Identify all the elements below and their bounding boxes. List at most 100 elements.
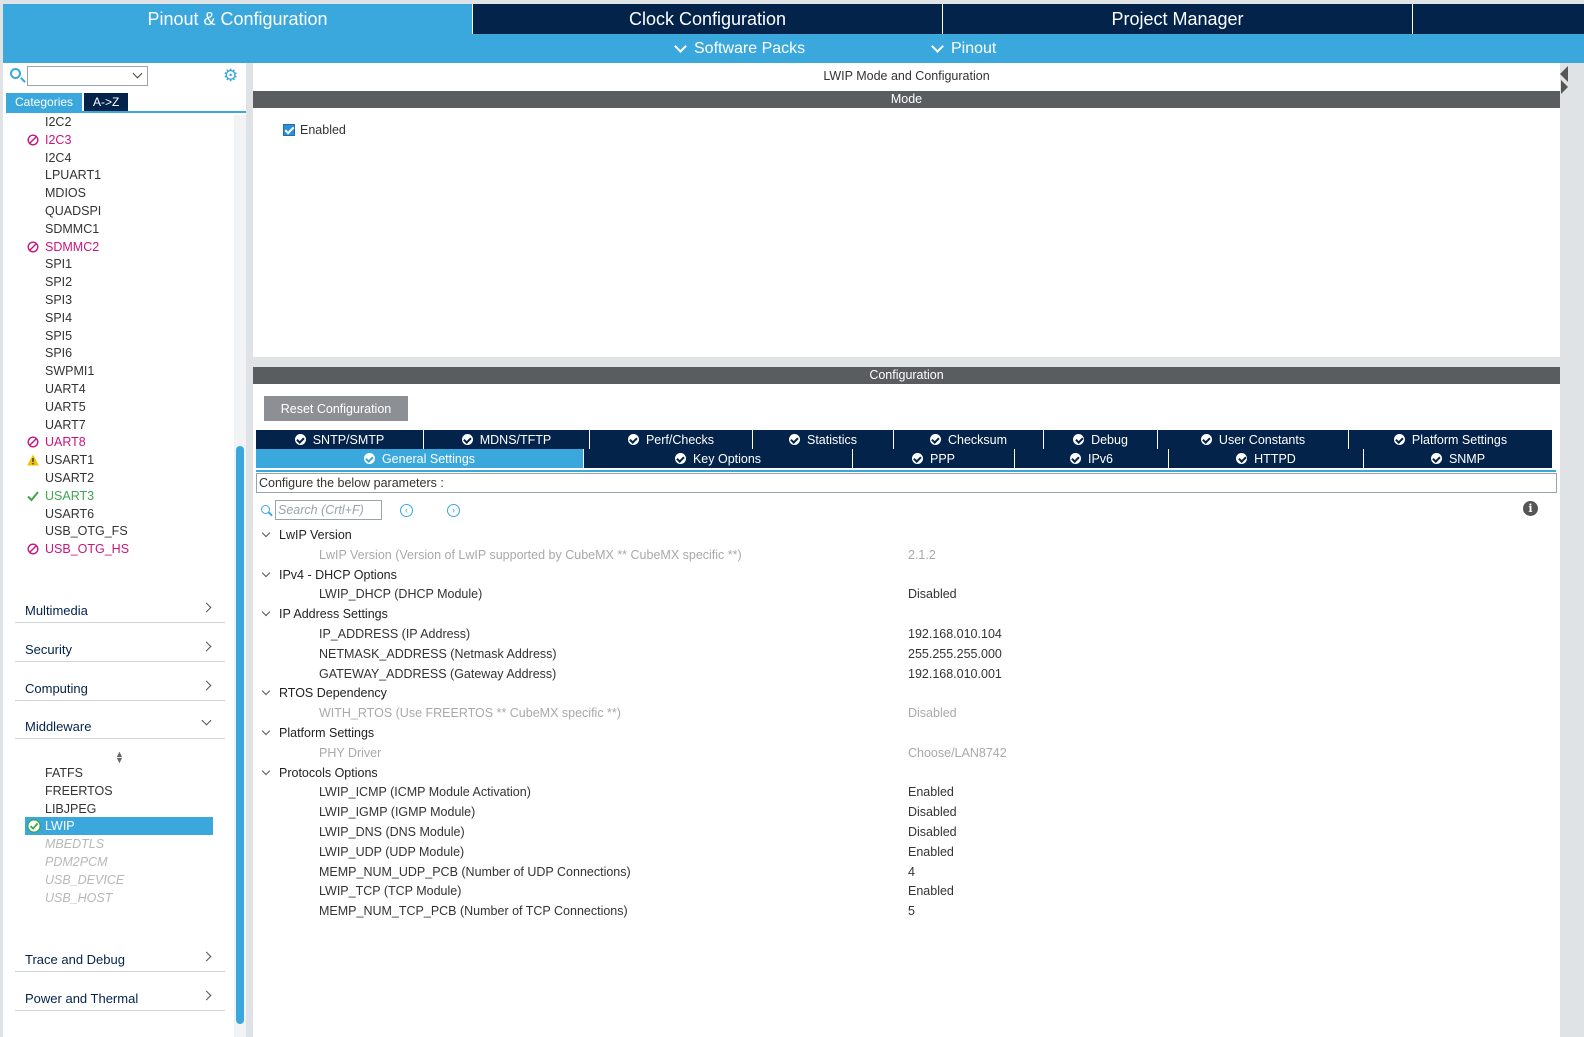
parameter-row[interactable]: WITH_RTOS (Use FREERTOS ** CubeMX specif… xyxy=(253,703,1253,723)
tab-tools[interactable] xyxy=(1413,4,1584,34)
peripheral-item[interactable]: UART7 xyxy=(3,416,223,434)
parameter-row[interactable]: LWIP_UDP (UDP Module) Enabled xyxy=(253,842,1253,862)
peripheral-item[interactable]: USART2 xyxy=(3,469,223,487)
peripheral-item[interactable]: I2C2 xyxy=(3,113,223,131)
parameter-group[interactable]: Platform Settings xyxy=(261,723,374,743)
tab-clock-configuration[interactable]: Clock Configuration xyxy=(473,4,943,34)
config-tab[interactable]: User Constants xyxy=(1158,430,1349,449)
peripheral-item[interactable]: I2C3 xyxy=(3,131,223,149)
parameter-value[interactable]: 192.168.010.001 xyxy=(908,664,1002,684)
parameter-value[interactable]: Disabled xyxy=(908,822,957,842)
peripheral-item[interactable]: UART5 xyxy=(3,398,223,416)
parameter-row[interactable]: LwIP Version (Version of LwIP supported … xyxy=(253,545,1253,565)
parameter-row[interactable]: LWIP_DNS (DNS Module) Disabled xyxy=(253,822,1253,842)
config-tab[interactable]: Perf/Checks xyxy=(590,430,753,449)
peripheral-item[interactable]: QUADSPI xyxy=(3,202,223,220)
peripheral-item[interactable]: USART1 xyxy=(3,451,223,469)
expand-right-icon[interactable] xyxy=(1561,80,1568,94)
middleware-item[interactable]: LIBJPEG xyxy=(3,800,223,818)
tab-a-z[interactable]: A->Z xyxy=(84,93,129,111)
group-computing[interactable]: Computing xyxy=(15,673,225,701)
peripheral-item[interactable]: SDMMC1 xyxy=(3,220,223,238)
parameter-group[interactable]: IPv4 - DHCP Options xyxy=(261,565,397,585)
pinout-menu[interactable]: Pinout xyxy=(931,34,996,63)
parameter-value[interactable]: Enabled xyxy=(908,881,954,901)
parameter-value[interactable]: 192.168.010.104 xyxy=(908,624,1002,644)
parameter-row[interactable]: MEMP_NUM_UDP_PCB (Number of UDP Connecti… xyxy=(253,862,1253,882)
parameter-value[interactable]: 4 xyxy=(908,862,915,882)
group-power-thermal[interactable]: Power and Thermal xyxy=(15,983,225,1011)
peripheral-item[interactable]: UART8 xyxy=(3,433,223,451)
parameter-row[interactable]: LWIP_DHCP (DHCP Module) Disabled xyxy=(253,584,1253,604)
search-next-icon[interactable]: › xyxy=(447,504,460,517)
enabled-checkbox[interactable] xyxy=(283,124,295,136)
peripheral-item[interactable]: SPI4 xyxy=(3,309,223,327)
parameter-value[interactable]: 5 xyxy=(908,901,915,921)
middleware-item[interactable]: USB_DEVICE xyxy=(3,871,223,889)
parameter-row[interactable]: MEMP_NUM_TCP_PCB (Number of TCP Connecti… xyxy=(253,901,1253,921)
reset-configuration-button[interactable]: Reset Configuration xyxy=(264,396,408,421)
parameter-row[interactable]: GATEWAY_ADDRESS (Gateway Address) 192.168… xyxy=(253,664,1253,684)
peripheral-item[interactable]: SPI2 xyxy=(3,273,223,291)
config-tab[interactable]: Checksum xyxy=(894,430,1044,449)
sidebar-search-combo[interactable] xyxy=(27,66,148,86)
middleware-item[interactable]: FREERTOS xyxy=(3,782,223,800)
peripheral-item[interactable]: USART6 xyxy=(3,505,223,523)
parameter-value[interactable]: Enabled xyxy=(908,782,954,802)
parameter-value[interactable]: Disabled xyxy=(908,802,957,822)
tab-project-manager[interactable]: Project Manager xyxy=(943,4,1413,34)
config-tab[interactable]: SNMP xyxy=(1364,449,1553,468)
config-tab[interactable]: MDNS/TFTP xyxy=(424,430,590,449)
middleware-item[interactable]: MBEDTLS xyxy=(3,835,223,853)
config-tab[interactable]: SNTP/SMTP xyxy=(256,430,424,449)
peripheral-item[interactable]: USB_OTG_HS xyxy=(3,540,223,558)
search-previous-icon[interactable]: ‹ xyxy=(400,504,413,517)
parameter-value[interactable]: 255.255.255.000 xyxy=(908,644,1002,664)
enabled-checkbox-row[interactable]: Enabled xyxy=(283,123,346,137)
parameter-row[interactable]: LWIP_TCP (TCP Module) Enabled xyxy=(253,881,1253,901)
peripheral-item[interactable]: SPI5 xyxy=(3,327,223,345)
parameter-value[interactable]: Disabled xyxy=(908,584,957,604)
parameter-value[interactable]: Enabled xyxy=(908,842,954,862)
middleware-item[interactable]: LWIP xyxy=(25,817,213,836)
middleware-item[interactable]: USB_HOST xyxy=(3,889,223,907)
peripheral-item[interactable]: SWPMI1 xyxy=(3,362,223,380)
group-security[interactable]: Security xyxy=(15,634,225,662)
peripheral-item[interactable]: SPI1 xyxy=(3,255,223,273)
tab-categories[interactable]: Categories xyxy=(6,93,83,111)
parameter-group[interactable]: RTOS Dependency xyxy=(261,683,387,703)
sidebar-scrollbar-thumb[interactable] xyxy=(236,446,244,1024)
config-tab[interactable]: IPv6 xyxy=(1015,449,1169,468)
config-tab[interactable]: General Settings xyxy=(256,449,584,468)
search-icon[interactable] xyxy=(10,68,21,79)
peripheral-item[interactable]: SDMMC2 xyxy=(3,238,223,256)
peripheral-item[interactable]: USART3 xyxy=(3,487,223,505)
sort-icon[interactable]: ▲ ▼ xyxy=(115,750,124,765)
config-tab[interactable]: Debug xyxy=(1044,430,1158,449)
gear-icon[interactable]: ⚙ xyxy=(223,67,238,85)
config-tab[interactable]: PPP xyxy=(853,449,1015,468)
info-icon[interactable]: i xyxy=(1523,501,1538,516)
config-tab[interactable]: Statistics xyxy=(753,430,894,449)
software-packs-menu[interactable]: Software Packs xyxy=(674,34,805,63)
config-tab[interactable]: HTTPD xyxy=(1169,449,1364,468)
peripheral-item[interactable]: SPI6 xyxy=(3,344,223,362)
config-tab[interactable]: Platform Settings xyxy=(1349,430,1553,449)
peripheral-item[interactable]: MDIOS xyxy=(3,184,223,202)
parameter-row[interactable]: IP_ADDRESS (IP Address) 192.168.010.104 xyxy=(253,624,1253,644)
middleware-item[interactable]: PDM2PCM xyxy=(3,853,223,871)
parameter-group[interactable]: LwIP Version xyxy=(261,525,352,545)
parameter-row[interactable]: NETMASK_ADDRESS (Netmask Address) 255.255… xyxy=(253,644,1253,664)
peripheral-item[interactable]: LPUART1 xyxy=(3,166,223,184)
config-tab[interactable]: Key Options xyxy=(584,449,853,468)
peripheral-item[interactable]: UART4 xyxy=(3,380,223,398)
parameter-row[interactable]: LWIP_ICMP (ICMP Module Activation) Enable… xyxy=(253,782,1253,802)
group-middleware[interactable]: Middleware xyxy=(15,711,225,739)
middleware-item[interactable]: FATFS xyxy=(3,764,223,782)
peripheral-item[interactable]: SPI3 xyxy=(3,291,223,309)
peripheral-item[interactable]: USB_OTG_FS xyxy=(3,522,223,540)
group-multimedia[interactable]: Multimedia xyxy=(15,595,225,623)
parameter-group[interactable]: IP Address Settings xyxy=(261,604,388,624)
parameter-group[interactable]: Protocols Options xyxy=(261,763,378,783)
tab-pinout-configuration[interactable]: Pinout & Configuration xyxy=(3,4,473,34)
